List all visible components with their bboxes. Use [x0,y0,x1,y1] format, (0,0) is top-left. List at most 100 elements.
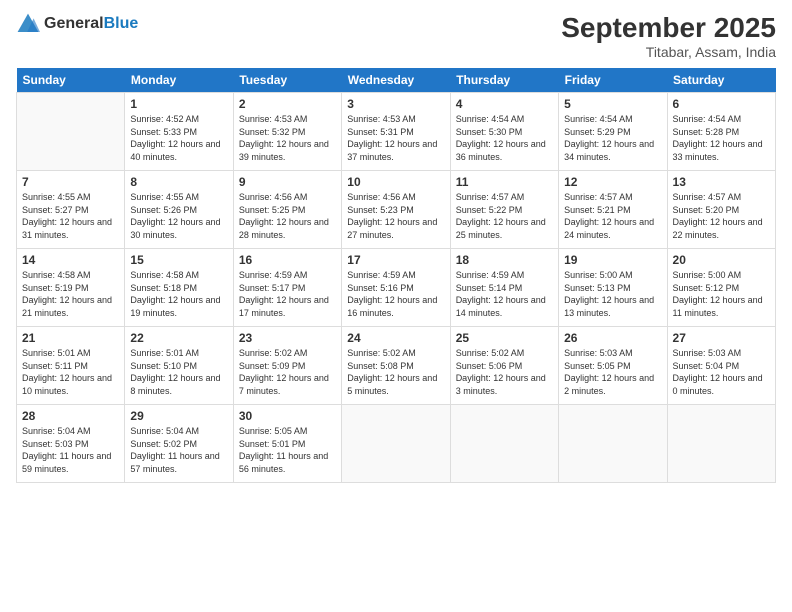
day-number: 10 [347,175,444,189]
day-number: 13 [673,175,770,189]
day-number: 12 [564,175,661,189]
cell-w4-d5: 26Sunrise: 5:03 AM Sunset: 5:05 PM Dayli… [559,327,667,405]
day-info: Sunrise: 4:54 AM Sunset: 5:30 PM Dayligh… [456,113,553,163]
col-monday: Monday [125,68,233,93]
day-number: 7 [22,175,119,189]
cell-w2-d3: 10Sunrise: 4:56 AM Sunset: 5:23 PM Dayli… [342,171,450,249]
col-tuesday: Tuesday [233,68,341,93]
week-row-2: 7 Sunrise: 4:55 AM Sunset: 5:27 PM Daylig… [17,171,776,249]
day-number: 20 [673,253,770,267]
day-number: 8 [130,175,227,189]
cell-w3-d1: 15 Sunrise: 4:58 AM Sunset: 5:18 PM Dayli… [125,249,233,327]
cell-w3-d5: 19 Sunrise: 5:00 AM Sunset: 5:13 PM Dayli… [559,249,667,327]
day-number: 27 [673,331,770,345]
day-number: 19 [564,253,661,267]
logo-icon [16,12,40,36]
day-info: Sunrise: 4:57 AM Sunset: 5:22 PM Dayligh… [456,191,553,241]
cell-w3-d6: 20 Sunrise: 5:00 AM Sunset: 5:12 PM Dayli… [667,249,775,327]
cell-w2-d2: 9Sunrise: 4:56 AM Sunset: 5:25 PM Daylig… [233,171,341,249]
cell-w3-d0: 14 Sunrise: 4:58 AM Sunset: 5:19 PM Dayli… [17,249,125,327]
cell-w4-d3: 24 Sunrise: 5:02 AM Sunset: 5:08 PM Dayli… [342,327,450,405]
cell-w3-d2: 16Sunrise: 4:59 AM Sunset: 5:17 PM Dayli… [233,249,341,327]
day-info: Sunrise: 4:52 AM Sunset: 5:33 PM Dayligh… [130,113,227,163]
week-row-3: 14 Sunrise: 4:58 AM Sunset: 5:19 PM Dayli… [17,249,776,327]
day-info: Sunrise: 4:58 AM Sunset: 5:19 PM Dayligh… [22,269,119,319]
header-row: Sunday Monday Tuesday Wednesday Thursday… [17,68,776,93]
day-number: 14 [22,253,119,267]
day-number: 23 [239,331,336,345]
day-info: Sunrise: 4:59 AM Sunset: 5:16 PM Dayligh… [347,269,444,319]
cell-w5-d2: 30Sunrise: 5:05 AM Sunset: 5:01 PM Dayli… [233,405,341,483]
day-info: Sunrise: 4:55 AM Sunset: 5:27 PM Dayligh… [22,191,119,241]
cell-w5-d4 [450,405,558,483]
day-info: Sunrise: 4:55 AM Sunset: 5:26 PM Dayligh… [130,191,227,241]
cell-w2-d0: 7 Sunrise: 4:55 AM Sunset: 5:27 PM Daylig… [17,171,125,249]
day-info: Sunrise: 5:02 AM Sunset: 5:06 PM Dayligh… [456,347,553,397]
cell-w1-d1: 1 Sunrise: 4:52 AM Sunset: 5:33 PM Daylig… [125,93,233,171]
day-info: Sunrise: 4:57 AM Sunset: 5:21 PM Dayligh… [564,191,661,241]
day-number: 6 [673,97,770,111]
cell-w2-d6: 13 Sunrise: 4:57 AM Sunset: 5:20 PM Dayli… [667,171,775,249]
day-number: 15 [130,253,227,267]
day-number: 17 [347,253,444,267]
cell-w5-d6 [667,405,775,483]
day-number: 18 [456,253,553,267]
calendar-table: Sunday Monday Tuesday Wednesday Thursday… [16,68,776,483]
cell-w2-d1: 8 Sunrise: 4:55 AM Sunset: 5:26 PM Daylig… [125,171,233,249]
cell-w5-d5 [559,405,667,483]
cell-w4-d2: 23Sunrise: 5:02 AM Sunset: 5:09 PM Dayli… [233,327,341,405]
day-info: Sunrise: 4:56 AM Sunset: 5:25 PM Dayligh… [239,191,336,241]
col-saturday: Saturday [667,68,775,93]
week-row-5: 28Sunrise: 5:04 AM Sunset: 5:03 PM Dayli… [17,405,776,483]
cell-w4-d0: 21 Sunrise: 5:01 AM Sunset: 5:11 PM Dayli… [17,327,125,405]
location: Titabar, Assam, India [561,44,776,60]
day-number: 3 [347,97,444,111]
day-info: Sunrise: 5:01 AM Sunset: 5:10 PM Dayligh… [130,347,227,397]
day-info: Sunrise: 4:53 AM Sunset: 5:32 PM Dayligh… [239,113,336,163]
logo-blue: Blue [104,15,139,32]
logo: GeneralBlue [16,12,138,36]
col-sunday: Sunday [17,68,125,93]
day-info: Sunrise: 4:53 AM Sunset: 5:31 PM Dayligh… [347,113,444,163]
day-info: Sunrise: 4:54 AM Sunset: 5:29 PM Dayligh… [564,113,661,163]
cell-w3-d3: 17 Sunrise: 4:59 AM Sunset: 5:16 PM Dayli… [342,249,450,327]
cell-w3-d4: 18 Sunrise: 4:59 AM Sunset: 5:14 PM Dayli… [450,249,558,327]
cell-w1-d2: 2 Sunrise: 4:53 AM Sunset: 5:32 PM Daylig… [233,93,341,171]
day-info: Sunrise: 5:00 AM Sunset: 5:12 PM Dayligh… [673,269,770,319]
logo-general: General [44,15,104,32]
day-number: 2 [239,97,336,111]
day-number: 24 [347,331,444,345]
cell-w5-d1: 29 Sunrise: 5:04 AM Sunset: 5:02 PM Dayli… [125,405,233,483]
page-container: GeneralBlue September 2025 Titabar, Assa… [0,0,792,612]
day-info: Sunrise: 5:00 AM Sunset: 5:13 PM Dayligh… [564,269,661,319]
day-info: Sunrise: 5:04 AM Sunset: 5:02 PM Dayligh… [130,425,227,475]
cell-w1-d5: 5 Sunrise: 4:54 AM Sunset: 5:29 PM Daylig… [559,93,667,171]
week-row-4: 21 Sunrise: 5:01 AM Sunset: 5:11 PM Dayli… [17,327,776,405]
day-info: Sunrise: 4:57 AM Sunset: 5:20 PM Dayligh… [673,191,770,241]
day-info: Sunrise: 4:59 AM Sunset: 5:14 PM Dayligh… [456,269,553,319]
day-number: 1 [130,97,227,111]
day-info: Sunrise: 4:54 AM Sunset: 5:28 PM Dayligh… [673,113,770,163]
month-title: September 2025 [561,12,776,44]
day-number: 5 [564,97,661,111]
cell-w4-d4: 25 Sunrise: 5:02 AM Sunset: 5:06 PM Dayli… [450,327,558,405]
day-info: Sunrise: 4:58 AM Sunset: 5:18 PM Dayligh… [130,269,227,319]
week-row-1: 1 Sunrise: 4:52 AM Sunset: 5:33 PM Daylig… [17,93,776,171]
day-number: 4 [456,97,553,111]
page-header: GeneralBlue September 2025 Titabar, Assa… [16,12,776,60]
day-number: 29 [130,409,227,423]
cell-w1-d4: 4 Sunrise: 4:54 AM Sunset: 5:30 PM Daylig… [450,93,558,171]
day-number: 21 [22,331,119,345]
cell-w5-d3 [342,405,450,483]
day-info: Sunrise: 5:02 AM Sunset: 5:08 PM Dayligh… [347,347,444,397]
day-info: Sunrise: 5:05 AM Sunset: 5:01 PM Dayligh… [239,425,336,475]
day-number: 22 [130,331,227,345]
cell-w1-d6: 6 Sunrise: 4:54 AM Sunset: 5:28 PM Daylig… [667,93,775,171]
cell-w2-d5: 12 Sunrise: 4:57 AM Sunset: 5:21 PM Dayli… [559,171,667,249]
title-section: September 2025 Titabar, Assam, India [561,12,776,60]
cell-w4-d6: 27Sunrise: 5:03 AM Sunset: 5:04 PM Dayli… [667,327,775,405]
col-wednesday: Wednesday [342,68,450,93]
day-info: Sunrise: 5:03 AM Sunset: 5:05 PM Dayligh… [564,347,661,397]
day-number: 25 [456,331,553,345]
day-info: Sunrise: 5:01 AM Sunset: 5:11 PM Dayligh… [22,347,119,397]
